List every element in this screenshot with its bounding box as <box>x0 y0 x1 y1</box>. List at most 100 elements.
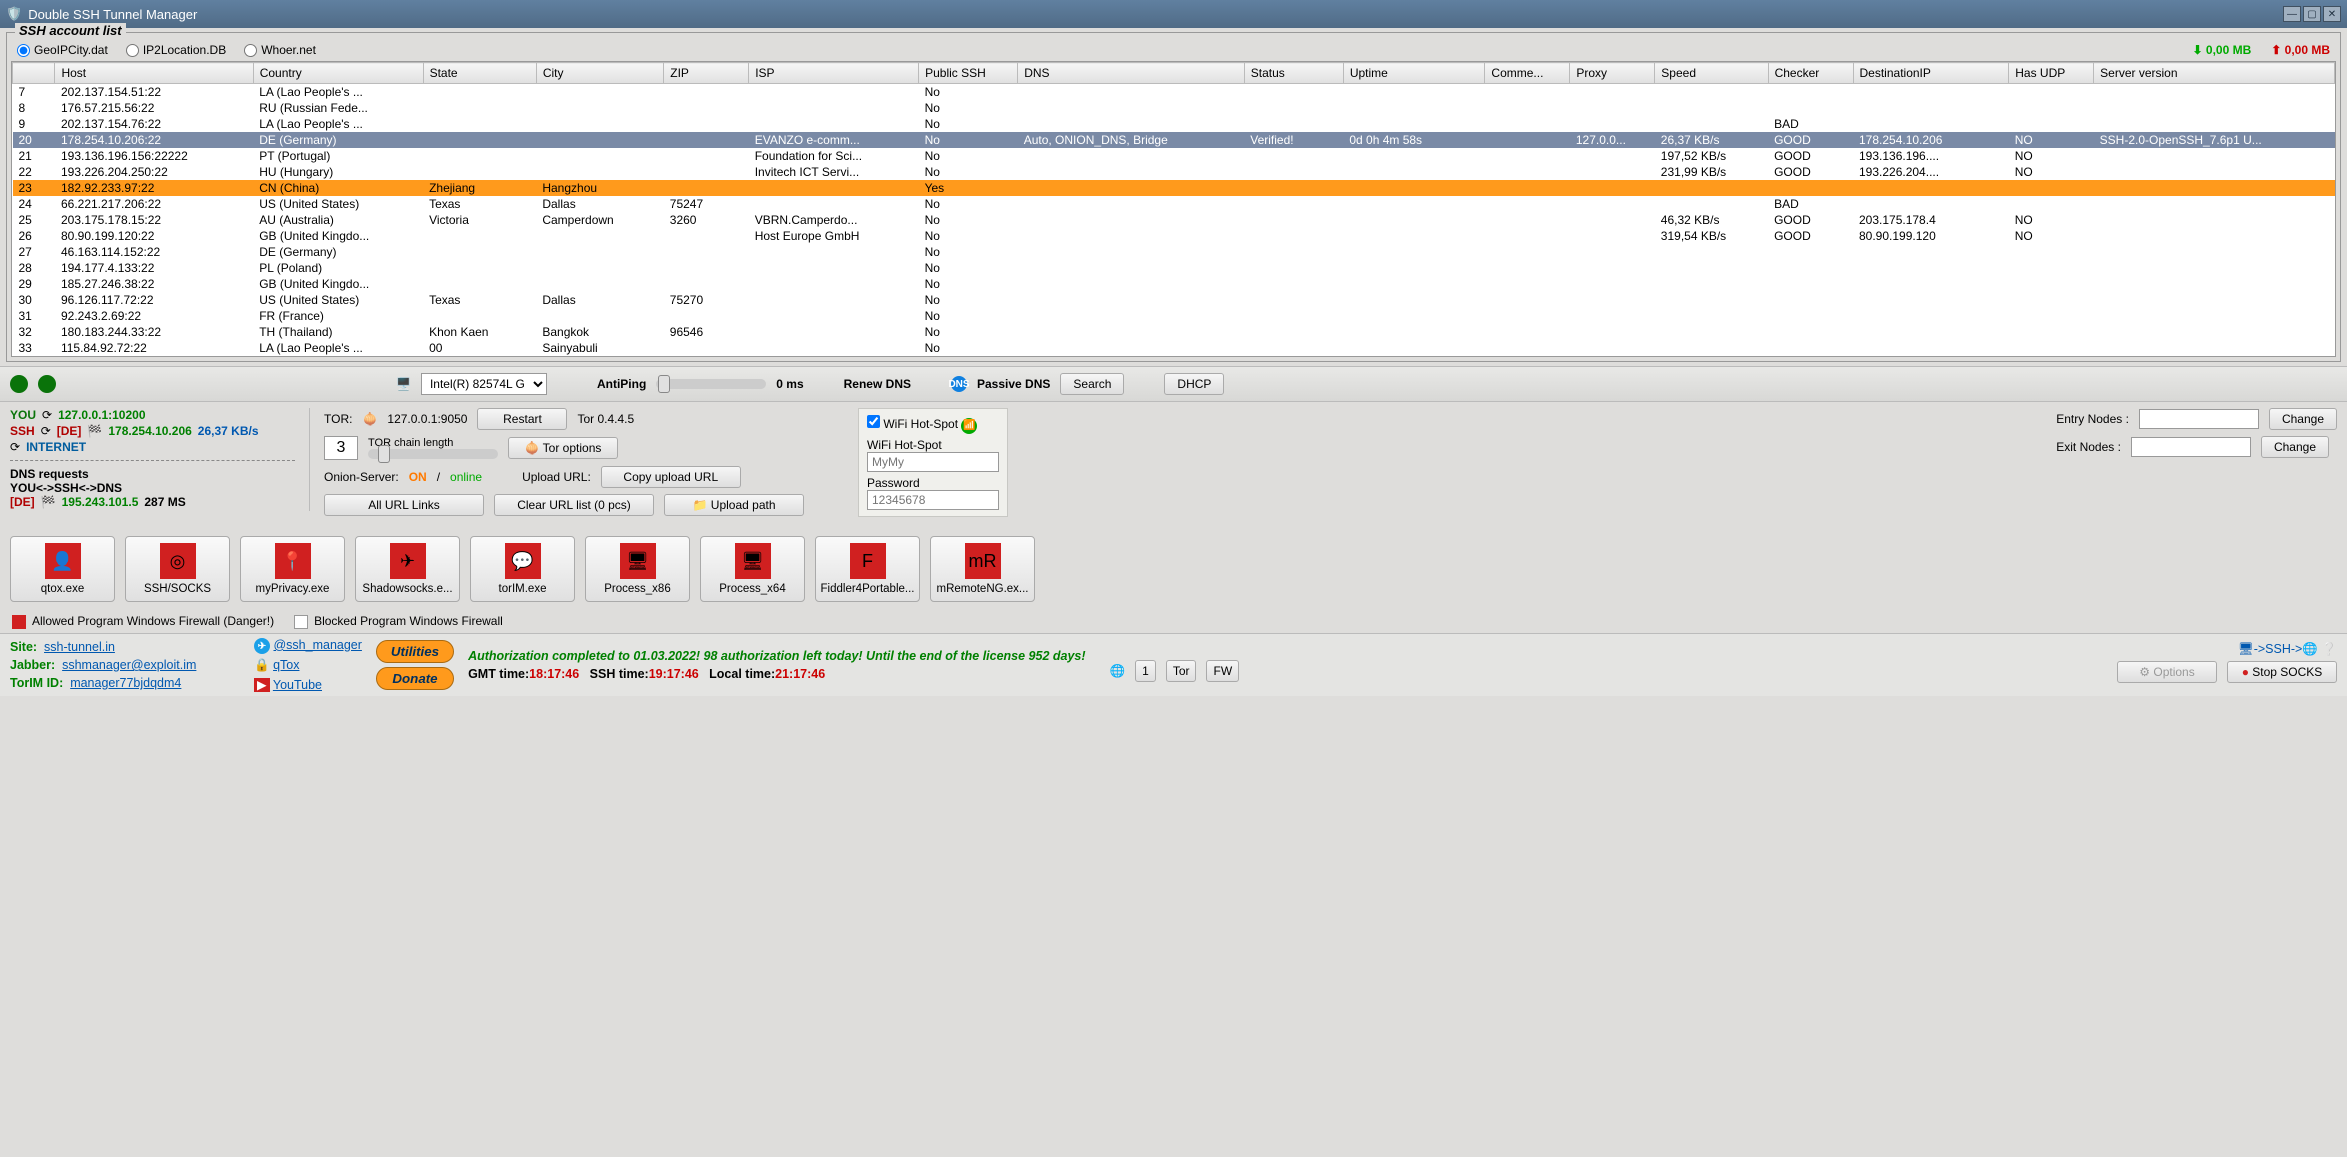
launcher-bar: 👤qtox.exe◎SSH/SOCKS📍myPrivacy.exe✈Shadow… <box>0 528 2347 610</box>
dhcp-button[interactable]: DHCP <box>1164 373 1224 395</box>
col-state[interactable]: State <box>423 63 536 84</box>
table-row[interactable]: 23182.92.233.97:22CN (China)ZhejiangHang… <box>13 180 2335 196</box>
col-proxy[interactable]: Proxy <box>1570 63 1655 84</box>
status-dot-2[interactable] <box>38 375 56 393</box>
passive-dns-label: Passive DNS <box>977 377 1050 391</box>
exit-nodes-change-button[interactable]: Change <box>2261 436 2329 458</box>
col-uptime[interactable]: Uptime <box>1343 63 1485 84</box>
col-city[interactable]: City <box>536 63 663 84</box>
copy-upload-url-button[interactable]: Copy upload URL <box>601 466 741 488</box>
tor-button[interactable]: Tor <box>1166 660 1197 682</box>
launcher-process_x86[interactable]: 🖥Process_x86 <box>585 536 690 602</box>
col-country[interactable]: Country <box>253 63 423 84</box>
globe-small-icon[interactable]: 🌐 <box>1110 664 1126 679</box>
launcher-fiddler4portable-[interactable]: FFiddler4Portable... <box>815 536 920 602</box>
table-row[interactable]: 2746.163.114.152:22DE (Germany)No <box>13 244 2335 260</box>
upload-counter: ⬆ 0,00 MB <box>2271 43 2330 57</box>
tor-chain-length-input[interactable] <box>324 436 358 460</box>
firewall-bar: Allowed Program Windows Firewall (Danger… <box>0 610 2347 633</box>
col-server-version[interactable]: Server version <box>2094 63 2335 84</box>
one-button[interactable]: 1 <box>1135 660 1156 682</box>
table-row[interactable]: 20178.254.10.206:22DE (Germany)EVANZO e-… <box>13 132 2335 148</box>
clear-url-list-button[interactable]: Clear URL list (0 pcs) <box>494 494 654 516</box>
close-button[interactable]: ✕ <box>2323 6 2341 22</box>
all-url-links-button[interactable]: All URL Links <box>324 494 484 516</box>
col-comme-[interactable]: Comme... <box>1485 63 1570 84</box>
firewall-blocked[interactable]: Blocked Program Windows Firewall <box>294 614 503 629</box>
donate-button[interactable]: Donate <box>376 667 454 690</box>
table-row[interactable]: 22193.226.204.250:22HU (Hungary)Invitech… <box>13 164 2335 180</box>
entry-nodes-change-button[interactable]: Change <box>2269 408 2337 430</box>
firewall-allowed[interactable]: Allowed Program Windows Firewall (Danger… <box>12 614 274 629</box>
launcher-qtox-exe[interactable]: 👤qtox.exe <box>10 536 115 602</box>
tor-restart-button[interactable]: Restart <box>477 408 567 430</box>
launcher-shadowsocks-e-[interactable]: ✈Shadowsocks.e... <box>355 536 460 602</box>
jabber-link[interactable]: sshmanager@exploit.im <box>62 658 196 672</box>
launcher-torim-exe[interactable]: 💬torIM.exe <box>470 536 575 602</box>
ssh-table[interactable]: HostCountryStateCityZIPISPPublic SSHDNSS… <box>11 61 2336 357</box>
wifi-password-label: Password <box>867 476 999 490</box>
col-host[interactable]: Host <box>55 63 253 84</box>
radio-ip2location[interactable]: IP2Location.DB <box>126 43 226 57</box>
radio-geoipcity[interactable]: GeoIPCity.dat <box>17 43 108 57</box>
table-row[interactable]: 32180.183.244.33:22TH (Thailand)Khon Kae… <box>13 324 2335 340</box>
tor-options-button[interactable]: 🧅 Tor options <box>508 437 618 459</box>
torim-link[interactable]: manager77bjdqdm4 <box>70 676 181 690</box>
table-row[interactable]: 7202.137.154.51:22LA (Lao People's ...No <box>13 84 2335 101</box>
col-rownum[interactable] <box>13 63 55 84</box>
table-row[interactable]: 8176.57.215.56:22RU (Russian Fede...No <box>13 100 2335 116</box>
wifi-hotspot-checkbox[interactable]: WiFi Hot-Spot 📶 <box>867 417 977 431</box>
launcher-process_x64[interactable]: 🖥Process_x64 <box>700 536 805 602</box>
upload-path-button[interactable]: 📁 Upload path <box>664 494 804 516</box>
col-isp[interactable]: ISP <box>749 63 919 84</box>
col-checker[interactable]: Checker <box>1768 63 1853 84</box>
utilities-button[interactable]: Utilities <box>376 640 454 663</box>
wifi-password-input[interactable] <box>867 490 999 510</box>
maximize-button[interactable]: ▢ <box>2303 6 2321 22</box>
radio-whoer[interactable]: Whoer.net <box>244 43 316 57</box>
stop-socks-button[interactable]: ● Stop SOCKS <box>2227 661 2337 683</box>
table-row[interactable]: 3096.126.117.72:22US (United States)Texa… <box>13 292 2335 308</box>
youtube-link[interactable]: YouTube <box>273 678 322 692</box>
table-row[interactable]: 3192.243.2.69:22FR (France)No <box>13 308 2335 324</box>
help-icon[interactable]: ❔ <box>2321 642 2337 656</box>
tor-chain-slider[interactable] <box>368 449 498 459</box>
launcher-ssh-socks[interactable]: ◎SSH/SOCKS <box>125 536 230 602</box>
table-row[interactable]: 33115.84.92.72:22LA (Lao People's ...00S… <box>13 340 2335 356</box>
table-row[interactable]: 9202.137.154.76:22LA (Lao People's ...No… <box>13 116 2335 132</box>
status-dot-1[interactable] <box>10 375 28 393</box>
tor-address: 127.0.0.1:9050 <box>387 412 467 426</box>
chain-indicator: 🖥->SSH->🌐 <box>2238 642 2318 656</box>
dns-chain: YOU<->SSH<->DNS <box>10 481 295 495</box>
auth-status: Authorization completed to 01.03.2022! 9… <box>468 649 1085 663</box>
minimize-button[interactable]: — <box>2283 6 2301 22</box>
antiping-slider[interactable] <box>656 379 766 389</box>
table-row[interactable]: 29185.27.246.38:22GB (United Kingdo...No <box>13 276 2335 292</box>
col-status[interactable]: Status <box>1244 63 1343 84</box>
launcher-mremoteng-ex-[interactable]: mRmRemoteNG.ex... <box>930 536 1035 602</box>
entry-nodes-input[interactable] <box>2139 409 2259 429</box>
exit-nodes-input[interactable] <box>2131 437 2251 457</box>
col-speed[interactable]: Speed <box>1655 63 1768 84</box>
table-row[interactable]: 2680.90.199.120:22GB (United Kingdo...Ho… <box>13 228 2335 244</box>
renew-dns-label[interactable]: Renew DNS <box>844 377 911 391</box>
fw-button[interactable]: FW <box>1206 660 1239 682</box>
search-button[interactable]: Search <box>1060 373 1124 395</box>
qtox-link[interactable]: qTox <box>273 658 299 672</box>
wifi-name-input[interactable] <box>867 452 999 472</box>
telegram-link[interactable]: @ssh_manager <box>273 638 361 652</box>
col-public-ssh[interactable]: Public SSH <box>919 63 1018 84</box>
adapter-select[interactable]: Intel(R) 82574L G <box>421 373 547 395</box>
col-destinationip[interactable]: DestinationIP <box>1853 63 2009 84</box>
table-row[interactable]: 25203.175.178.15:22AU (Australia)Victori… <box>13 212 2335 228</box>
site-link[interactable]: ssh-tunnel.in <box>44 640 115 654</box>
launcher-myprivacy-exe[interactable]: 📍myPrivacy.exe <box>240 536 345 602</box>
col-zip[interactable]: ZIP <box>664 63 749 84</box>
col-has-udp[interactable]: Has UDP <box>2009 63 2094 84</box>
col-dns[interactable]: DNS <box>1018 63 1245 84</box>
table-row[interactable]: 21193.136.196.156:22222PT (Portugal)Foun… <box>13 148 2335 164</box>
table-row[interactable]: 2466.221.217.206:22US (United States)Tex… <box>13 196 2335 212</box>
window-title: Double SSH Tunnel Manager <box>28 7 197 22</box>
ssh-account-list-group: SSH account list GeoIPCity.dat IP2Locati… <box>6 32 2341 362</box>
table-row[interactable]: 28194.177.4.133:22PL (Poland)No <box>13 260 2335 276</box>
